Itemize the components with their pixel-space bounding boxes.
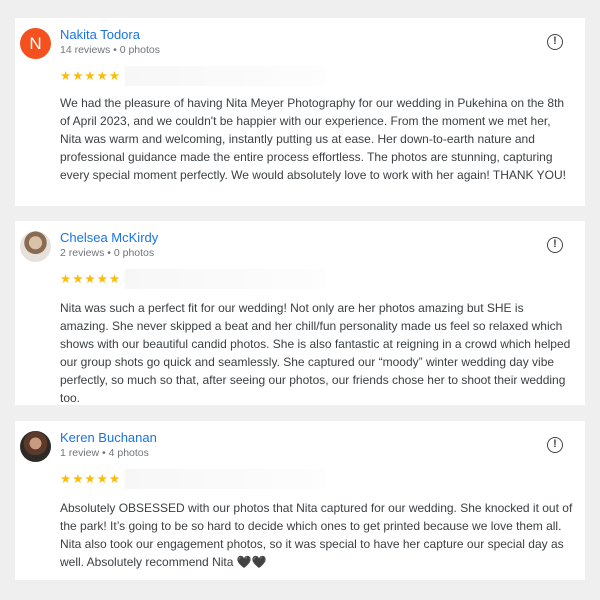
review-card: Chelsea McKirdy 2 reviews • 0 photos ! ★… (15, 221, 585, 405)
review-card: Keren Buchanan 1 review • 4 photos ! ★★★… (15, 421, 585, 580)
review-text: Nita was such a perfect fit for our wedd… (60, 301, 571, 405)
reviewer-name[interactable]: Nakita Todora (60, 27, 140, 42)
reviewer-name[interactable]: Chelsea McKirdy (60, 230, 158, 245)
report-icon[interactable]: ! (547, 237, 563, 253)
reviewer-meta: 2 reviews • 0 photos (60, 247, 155, 259)
review-text: Absolutely OBSESSED with our photos that… (60, 501, 573, 569)
star-rating: ★★★★★ (60, 272, 122, 286)
review-card: N Nakita Todora 14 reviews • 0 photos ! … (15, 18, 585, 206)
avatar[interactable] (20, 431, 51, 462)
reviewer-meta: 1 review • 4 photos (60, 447, 149, 459)
avatar[interactable]: N (20, 28, 51, 59)
reviewer-meta: 14 reviews • 0 photos (60, 44, 160, 56)
star-rating: ★★★★★ (60, 472, 122, 486)
report-icon[interactable]: ! (547, 34, 563, 50)
star-rating: ★★★★★ (60, 69, 122, 83)
reviewer-name[interactable]: Keren Buchanan (60, 430, 157, 445)
review-text: We had the pleasure of having Nita Meyer… (60, 96, 566, 182)
stars-background (125, 269, 325, 289)
report-icon[interactable]: ! (547, 437, 563, 453)
stars-background (125, 469, 325, 489)
stars-background (125, 66, 325, 86)
avatar[interactable] (20, 231, 51, 262)
